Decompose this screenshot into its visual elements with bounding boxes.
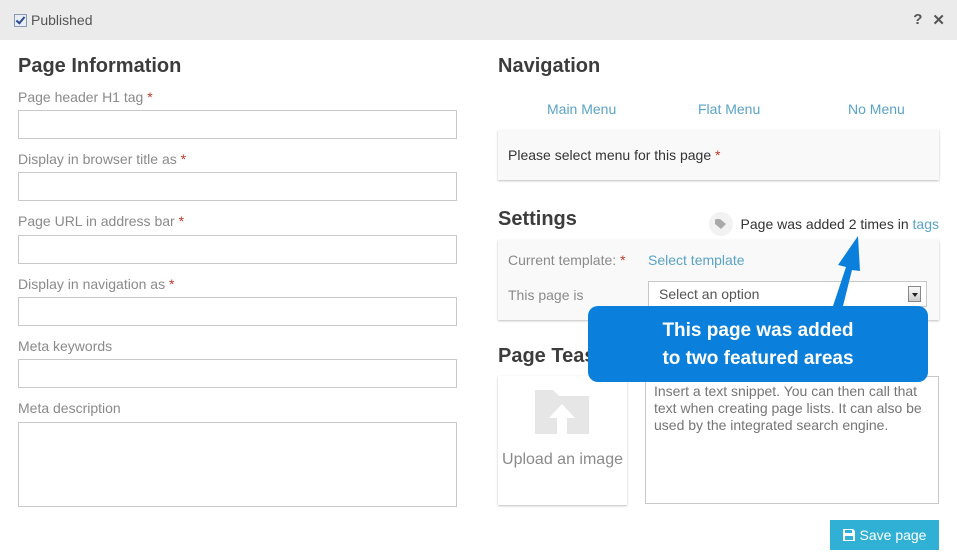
- callout-annotation: This page was added to two featured area…: [588, 306, 928, 382]
- callout-arrow: [833, 236, 860, 306]
